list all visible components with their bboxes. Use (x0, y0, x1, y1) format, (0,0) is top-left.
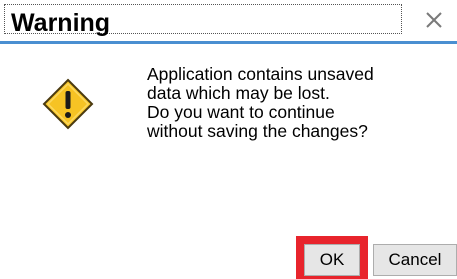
ok-button[interactable]: OK (304, 244, 360, 276)
message-line: without saving the changes? (147, 121, 368, 141)
message-line: Application contains unsaved (147, 64, 374, 84)
title-focus-outline: Warning (4, 4, 402, 37)
dialog-title: Warning (11, 9, 111, 37)
cancel-button[interactable]: Cancel (373, 244, 457, 276)
message-line: data which may be lost. (147, 83, 330, 103)
warning-dialog: Warning Application contains unsaved dat… (0, 0, 457, 279)
warning-icon (42, 78, 94, 130)
close-button[interactable] (420, 6, 448, 34)
message-line: Do you want to continue (147, 102, 335, 122)
dialog-title-bar: Warning (0, 0, 457, 44)
close-icon (426, 12, 442, 28)
dialog-message: Application contains unsaved data which … (147, 65, 437, 141)
